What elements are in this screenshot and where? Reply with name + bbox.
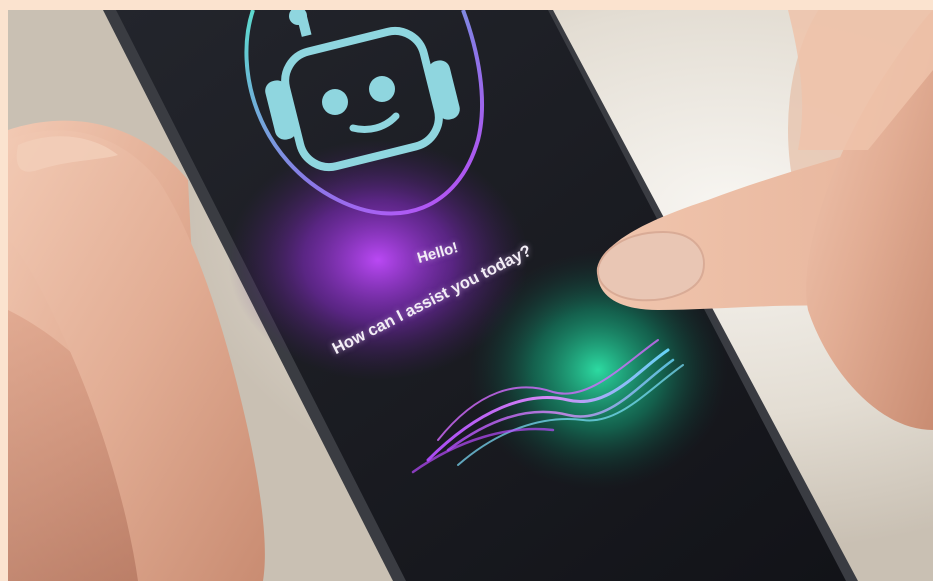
photo: Hello! How can I assist you today?: [8, 10, 933, 581]
scene: [8, 10, 933, 581]
